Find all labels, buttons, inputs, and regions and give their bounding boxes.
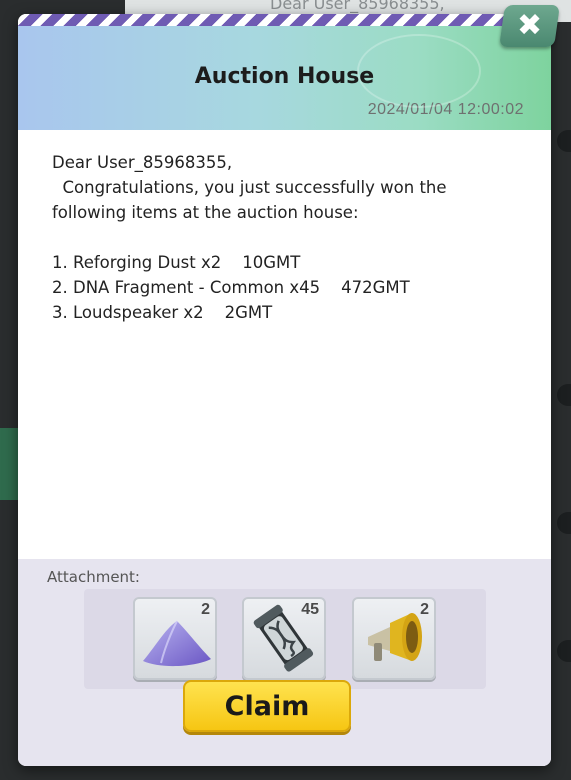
header-stripe — [18, 14, 551, 26]
mail-intro: Congratulations, you just successfully w… — [52, 175, 447, 225]
background-list-item-text: Dear User_85968355, — [270, 0, 445, 13]
won-items-list: 1. Reforging Dust x2 10GMT 2. DNA Fragme… — [52, 250, 410, 325]
attachment-slot-reforging-dust[interactable]: 2 — [133, 597, 217, 680]
background-side-tab — [0, 428, 18, 500]
close-icon: ✖ — [516, 8, 543, 43]
mail-date: 2024/01/04 12:00:02 — [367, 101, 524, 118]
attachment-slot-loudspeaker[interactable]: 2 — [352, 597, 436, 680]
close-button[interactable]: ✖ — [499, 5, 560, 47]
mail-intro-line: Congratulations, you just successfully w… — [52, 178, 447, 197]
attachment-count: 2 — [420, 601, 429, 618]
attachment-label: Attachment: — [47, 568, 140, 586]
attachment-count: 2 — [201, 601, 210, 618]
won-item: 1. Reforging Dust x2 10GMT — [52, 253, 301, 272]
background-edge-marker — [557, 130, 571, 152]
won-item: 2. DNA Fragment - Common x45 472GMT — [52, 278, 410, 297]
attachment-slot-dna-fragment[interactable]: 45 — [242, 597, 326, 680]
background-edge-marker — [557, 384, 571, 406]
background-edge-marker — [557, 512, 571, 534]
mail-body: Dear User_85968355, Congratulations, you… — [23, 130, 547, 559]
won-item: 3. Loudspeaker x2 2GMT — [52, 303, 273, 322]
mail-intro-line: following items at the auction house: — [52, 203, 359, 222]
claim-button[interactable]: Claim — [183, 680, 351, 732]
background-edge-marker — [557, 640, 571, 662]
mail-greeting: Dear User_85968355, — [52, 153, 233, 172]
dialog-header: Auction House 2024/01/04 12:00:02 — [18, 26, 551, 130]
dialog-title: Auction House — [194, 64, 375, 89]
attachment-count: 45 — [301, 601, 319, 618]
